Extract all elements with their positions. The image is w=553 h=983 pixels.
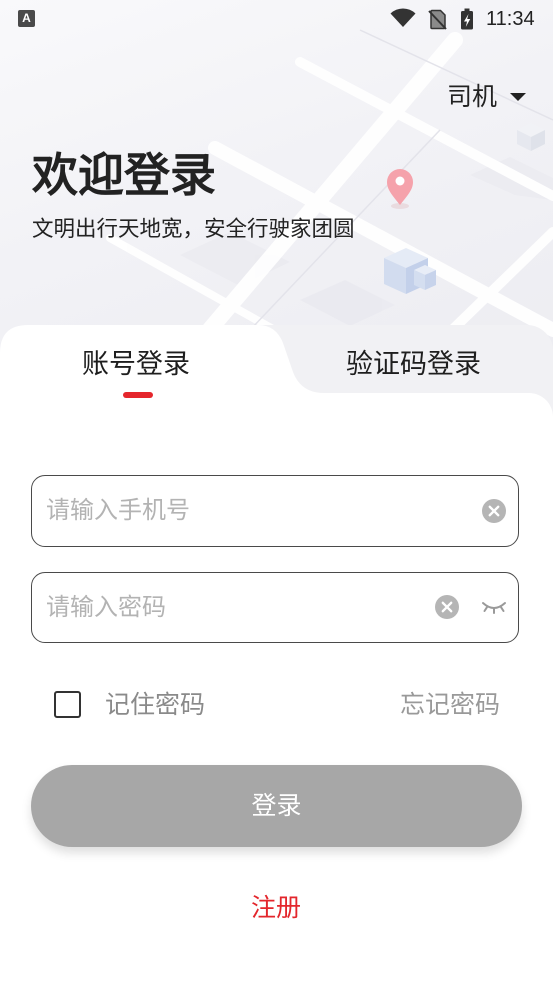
faint-block-icon — [517, 123, 545, 151]
register-link[interactable]: 注册 — [226, 894, 326, 922]
dropdown-triangle-icon — [510, 93, 527, 101]
no-sim-icon — [428, 9, 447, 30]
clear-icon[interactable] — [482, 499, 506, 523]
tab-verification-code-login[interactable]: 验证码登录 — [346, 349, 481, 379]
eye-closed-icon[interactable] — [481, 600, 507, 615]
page-title: 欢迎登录 — [32, 149, 216, 201]
location-pin-icon — [387, 169, 413, 209]
role-selector-label: 司机 — [447, 83, 498, 111]
role-selector[interactable]: 司机 — [447, 83, 527, 111]
phone-field — [31, 475, 519, 547]
password-input[interactable] — [46, 573, 426, 642]
phone-input[interactable] — [46, 476, 426, 546]
remember-password-label[interactable]: 记住密码 — [105, 691, 205, 719]
keyboard-notification-icon: A — [18, 10, 35, 27]
wifi-icon — [390, 8, 416, 27]
battery-charging-icon — [461, 8, 473, 30]
clear-icon[interactable] — [435, 595, 459, 619]
page-subtitle: 文明出行天地宽，安全行驶家团圆 — [32, 217, 355, 241]
status-time: 11:34 — [486, 8, 535, 30]
password-field — [31, 572, 519, 643]
forgot-password-link[interactable]: 忘记密码 — [400, 691, 500, 719]
login-button[interactable]: 登录 — [31, 765, 522, 847]
tab-account-login[interactable]: 账号登录 — [82, 349, 190, 379]
remember-password-checkbox[interactable] — [54, 691, 81, 718]
active-tab-indicator — [123, 392, 153, 398]
